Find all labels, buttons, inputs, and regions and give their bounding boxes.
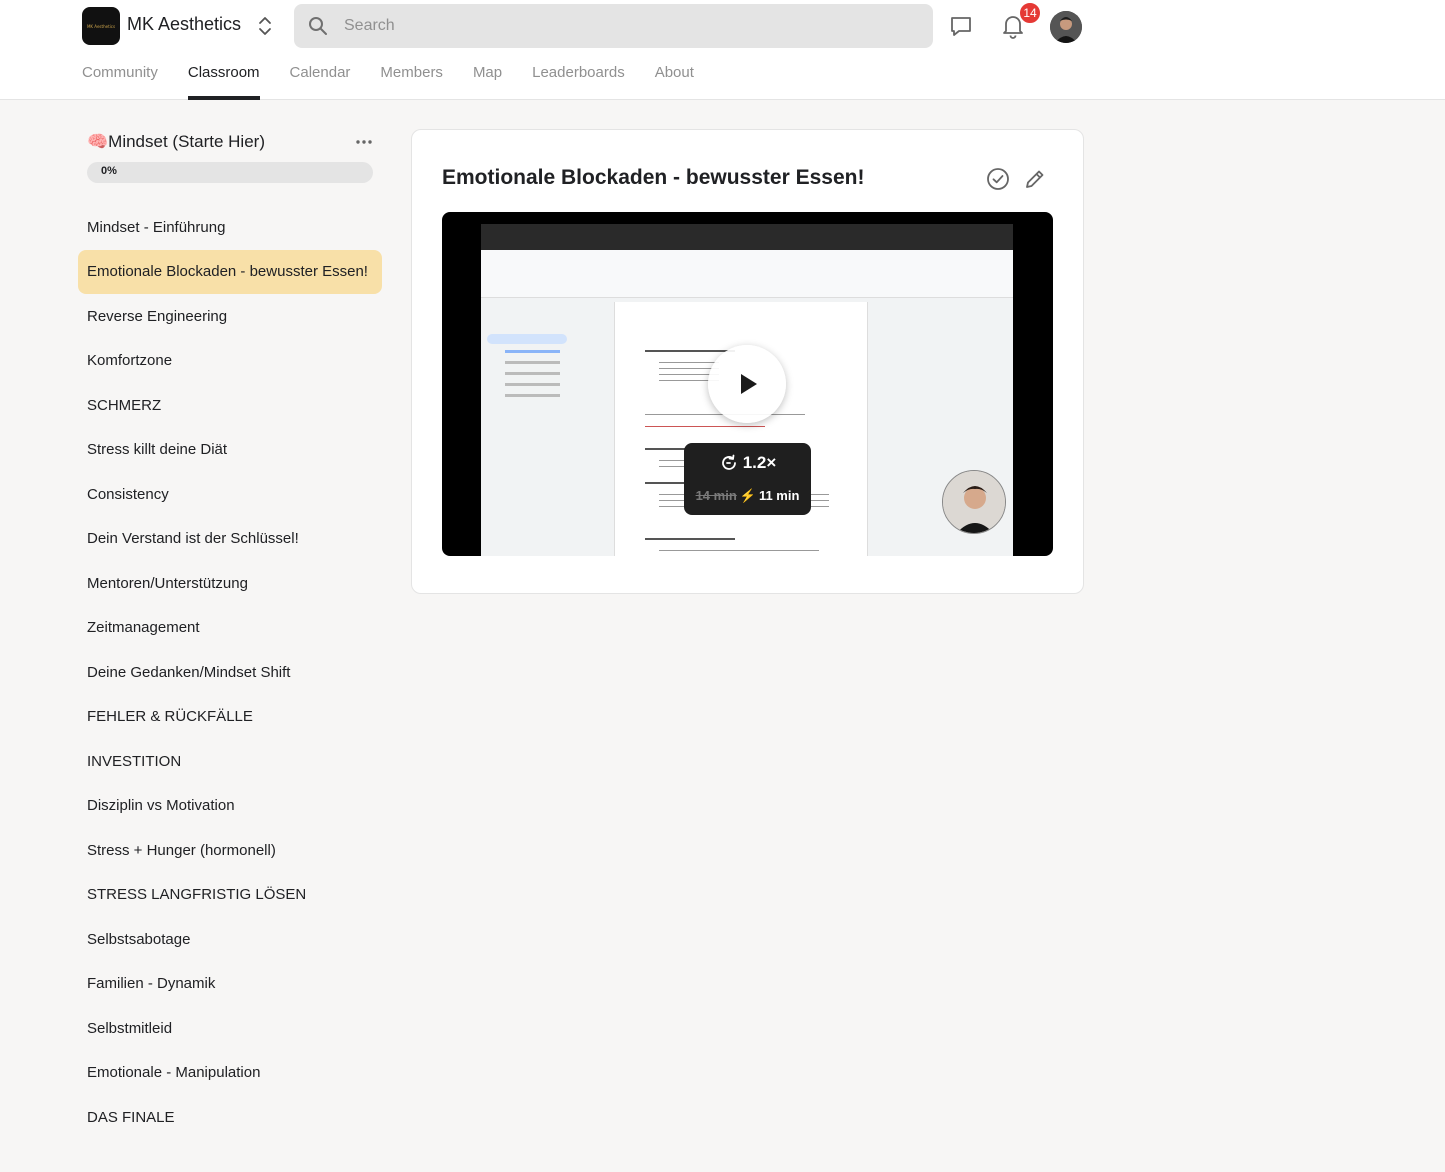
lesson-item[interactable]: Stress + Hunger (hormonell) <box>78 828 382 873</box>
community-name[interactable]: MK Aesthetics <box>127 14 241 35</box>
lesson-item[interactable]: INVESTITION <box>78 739 382 784</box>
notification-badge: 14 <box>1018 1 1042 25</box>
tab-members[interactable]: Members <box>380 60 443 100</box>
video-player[interactable]: 1.2× 14 min ⚡ 11 min <box>442 212 1053 556</box>
lesson-item-active[interactable]: Emotionale Blockaden - bewusster Essen! <box>78 249 382 294</box>
lesson-item[interactable]: Consistency <box>78 472 382 517</box>
speed-label: 1.2× <box>742 453 777 472</box>
avatar[interactable] <box>1050 11 1082 43</box>
logo-text: MK Aesthetics <box>86 23 116 29</box>
community-logo[interactable]: MK Aesthetics <box>82 7 120 45</box>
lesson-item[interactable]: Familien - Dynamik <box>78 962 382 1007</box>
nav-tabs: Community Classroom Calendar Members Map… <box>82 60 724 100</box>
lesson-item[interactable]: Zeitmanagement <box>78 606 382 651</box>
tab-about[interactable]: About <box>655 60 694 100</box>
thumbnail-doc-page <box>614 302 868 556</box>
bolt-icon: ⚡ <box>739 488 756 503</box>
lesson-item[interactable]: FEHLER & RÜCKFÄLLE <box>78 695 382 740</box>
tab-map[interactable]: Map <box>473 60 502 100</box>
lesson-item[interactable]: Dein Verstand ist der Schlüssel! <box>78 517 382 562</box>
avatar-image <box>1050 11 1082 43</box>
lesson-list: Mindset - Einführung Emotionale Blockade… <box>78 205 382 1140</box>
course-progress-label: 0% <box>101 165 117 177</box>
lesson-item[interactable]: Reverse Engineering <box>78 294 382 339</box>
thumbnail-doc-outline <box>487 334 567 397</box>
speed-row: 1.2× <box>684 453 811 473</box>
search-input[interactable] <box>344 4 914 48</box>
lesson-item[interactable]: Deine Gedanken/Mindset Shift <box>78 650 382 695</box>
lesson-item[interactable]: Mindset - Einführung <box>78 205 382 250</box>
lesson-item[interactable]: Emotionale - Manipulation <box>78 1051 382 1096</box>
fast-duration: 11 min <box>758 488 800 503</box>
tab-community[interactable]: Community <box>82 60 158 100</box>
thumbnail-doc-toolbar <box>481 250 1013 298</box>
original-duration: 14 min <box>695 488 737 503</box>
lesson-card: Emotionale Blockaden - bewusster Essen! <box>411 129 1084 594</box>
search-bar[interactable] <box>294 4 933 48</box>
lesson-item[interactable]: DAS FINALE <box>78 1095 382 1140</box>
switcher-icon[interactable] <box>255 14 275 38</box>
lesson-item[interactable]: Selbstmitleid <box>78 1006 382 1051</box>
thumbnail-browser-bar <box>481 224 1013 250</box>
lesson-item[interactable]: Disziplin vs Motivation <box>78 784 382 829</box>
tab-calendar[interactable]: Calendar <box>290 60 351 100</box>
pencil-icon[interactable] <box>1023 167 1047 191</box>
lesson-item[interactable]: Komfortzone <box>78 339 382 384</box>
search-icon <box>309 17 327 35</box>
lesson-item[interactable]: SCHMERZ <box>78 383 382 428</box>
speed-icon <box>721 454 736 470</box>
top-header: MK Aesthetics MK Aesthetics 14 Community… <box>0 0 1445 100</box>
presenter-webcam <box>942 470 1006 534</box>
lesson-item[interactable]: STRESS LANGFRISTIG LÖSEN <box>78 873 382 918</box>
presenter-image <box>943 471 1005 533</box>
more-icon[interactable] <box>354 134 374 150</box>
playback-speed-overlay: 1.2× 14 min ⚡ 11 min <box>684 443 811 515</box>
lesson-item[interactable]: Mentoren/Unterstützung <box>78 561 382 606</box>
chat-icon[interactable] <box>948 13 974 39</box>
course-title: 🧠Mindset (Starte Hier) <box>87 132 265 151</box>
tab-leaderboards[interactable]: Leaderboards <box>532 60 625 100</box>
duration-row: 14 min ⚡ 11 min <box>684 488 811 504</box>
check-circle-icon[interactable] <box>986 167 1010 191</box>
lesson-item[interactable]: Stress killt deine Diät <box>78 428 382 473</box>
course-progress-bar: 0% <box>87 162 373 183</box>
play-icon <box>741 374 757 394</box>
lesson-item[interactable]: Selbstsabotage <box>78 917 382 962</box>
lesson-title: Emotionale Blockaden - bewusster Essen! <box>442 166 865 189</box>
tab-classroom[interactable]: Classroom <box>187 60 260 100</box>
play-button[interactable] <box>708 345 786 423</box>
